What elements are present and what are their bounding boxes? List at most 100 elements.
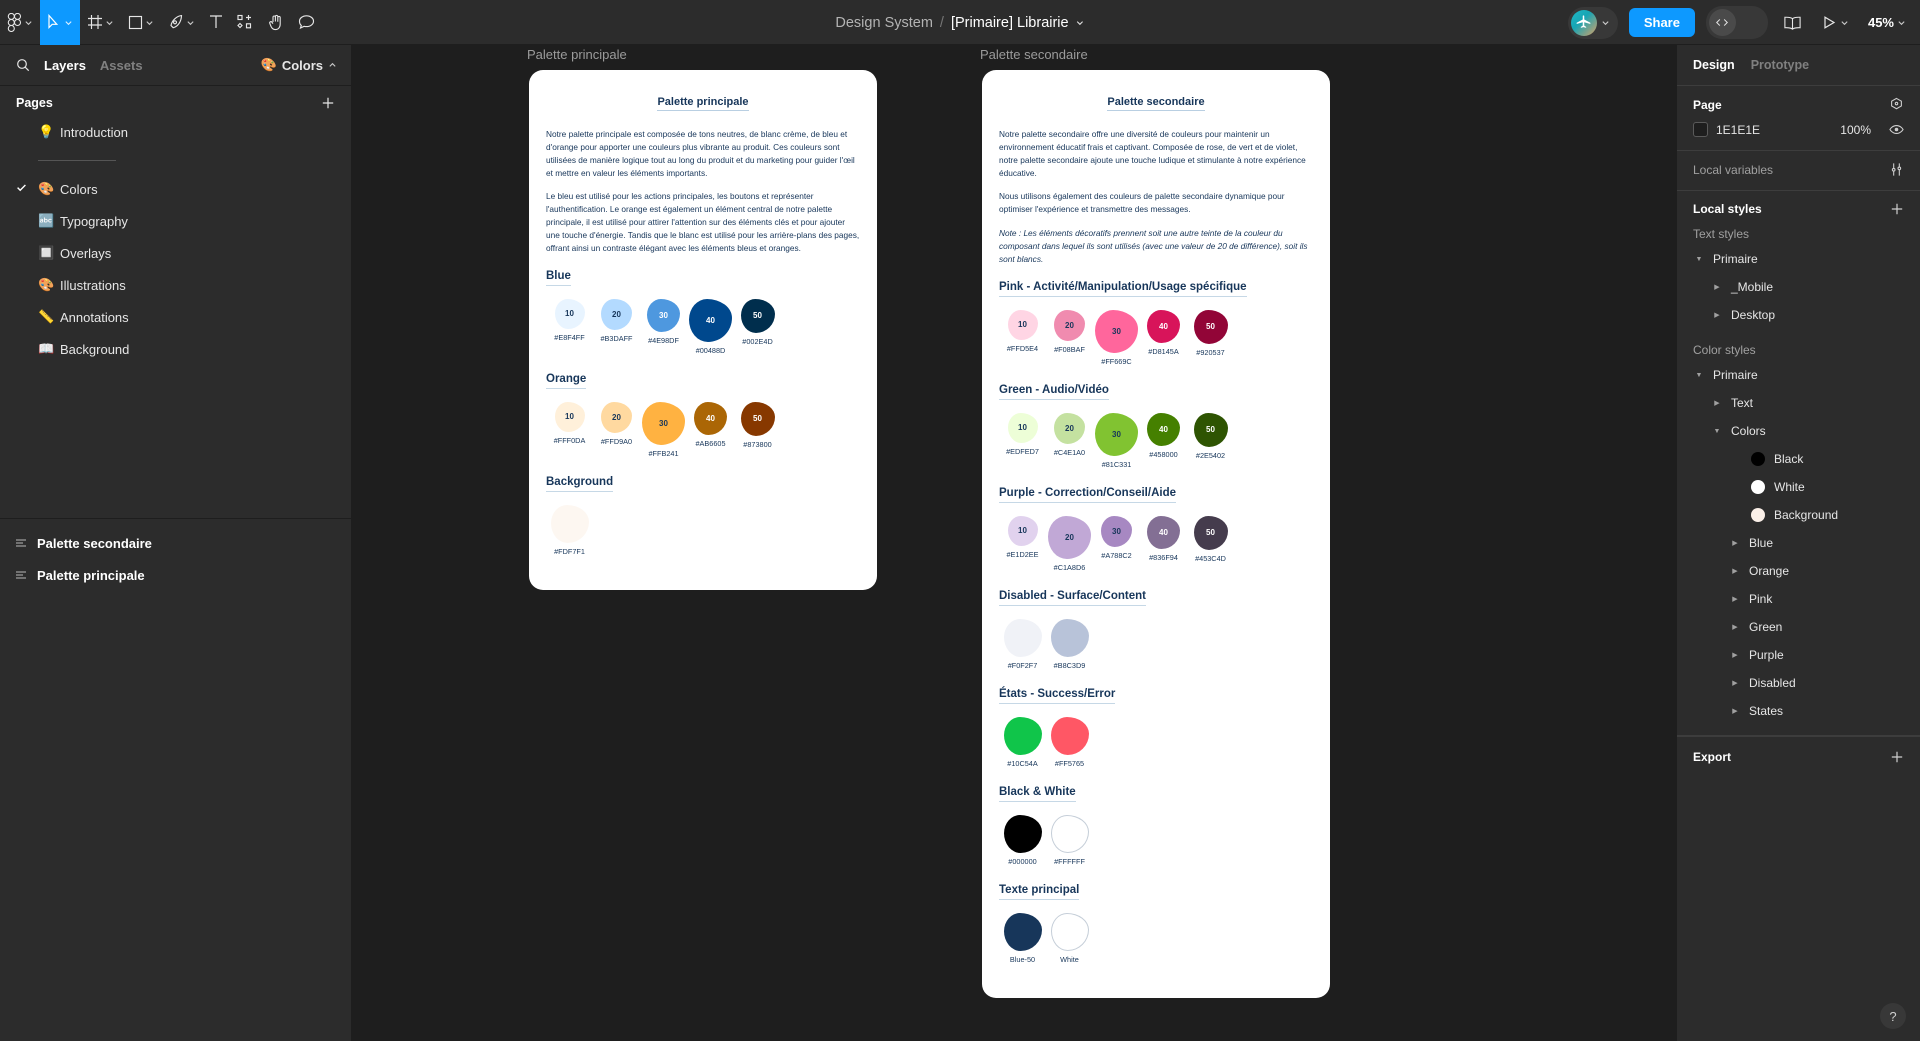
frame-palette-secondaire[interactable]: Palette secondaire Notre palette seconda… <box>982 70 1330 998</box>
color-swatch[interactable]: 20 <box>601 401 632 433</box>
color-swatch[interactable] <box>1050 618 1089 657</box>
components-tool-icon[interactable] <box>230 0 261 45</box>
page-item-illustrations[interactable]: 🎨 Illustrations <box>0 269 351 301</box>
color-swatch[interactable]: 30 <box>647 298 680 332</box>
design-canvas[interactable]: Palette principale Palette principale No… <box>352 45 1676 1041</box>
swatch-cell[interactable]: 30 #FF669C <box>1093 309 1140 366</box>
color-swatch[interactable] <box>1003 912 1042 951</box>
color-swatch[interactable]: 30 <box>1101 515 1132 547</box>
frame-label-secondaire[interactable]: Palette secondaire <box>980 47 1088 62</box>
swatch-cell[interactable]: 20 #FFD9A0 <box>593 401 640 446</box>
swatch-cell[interactable]: 30 #A788C2 <box>1093 515 1140 560</box>
page-item-annotations[interactable]: 📏 Annotations <box>0 301 351 333</box>
add-export-button[interactable] <box>1890 750 1904 764</box>
swatch-cell[interactable]: 10 #E1D2EE <box>999 515 1046 559</box>
swatch-cell[interactable]: 30 #4E98DF <box>640 298 687 345</box>
page-item-typography[interactable]: 🔤 Typography <box>0 205 351 237</box>
page-item-colors[interactable]: 🎨 Colors <box>0 173 351 205</box>
color-swatch[interactable]: 30 <box>642 401 685 445</box>
swatch-cell[interactable]: #B8C3D9 <box>1046 618 1093 670</box>
color-swatch[interactable]: 20 <box>601 298 632 330</box>
page-item-introduction[interactable]: 💡 Introduction <box>0 116 351 148</box>
chevron-right-icon[interactable]: ▶ <box>1729 539 1741 547</box>
chevron-right-icon[interactable]: ▶ <box>1711 283 1723 291</box>
color-swatch[interactable]: 50 <box>1193 309 1228 344</box>
tab-assets[interactable]: Assets <box>100 58 143 73</box>
zoom-control[interactable]: 45% <box>1864 11 1910 34</box>
hand-tool-icon[interactable] <box>261 0 291 45</box>
frame-palette-principale[interactable]: Palette principale Notre palette princip… <box>529 70 877 590</box>
frame-label-principale[interactable]: Palette principale <box>527 47 627 62</box>
page-color-swatch[interactable] <box>1693 122 1708 137</box>
chevron-right-icon[interactable]: ▶ <box>1729 679 1741 687</box>
swatch-cell[interactable]: #FDF7F1 <box>546 504 593 556</box>
swatch-cell[interactable]: #FFFFFF <box>1046 814 1093 866</box>
color-swatch[interactable]: 10 <box>1007 412 1038 443</box>
variables-sliders-icon[interactable] <box>1889 162 1904 177</box>
color-swatch[interactable]: 10 <box>554 298 585 329</box>
avatar-group[interactable] <box>1567 6 1618 39</box>
move-tool-icon[interactable] <box>40 0 80 45</box>
swatch-cell[interactable]: #FF5765 <box>1046 716 1093 768</box>
chevron-up-icon[interactable] <box>328 61 337 70</box>
color-swatch[interactable]: 40 <box>1147 412 1180 446</box>
style-tree-row[interactable]: ▶ Desktop <box>1677 301 1920 329</box>
color-swatch[interactable]: 10 <box>1007 515 1038 546</box>
swatch-cell[interactable]: 40 #AB6605 <box>687 401 734 448</box>
swatch-cell[interactable]: 40 #836F94 <box>1140 515 1187 562</box>
swatch-cell[interactable]: 40 #D8145A <box>1140 309 1187 356</box>
swatch-cell[interactable]: 40 #458000 <box>1140 412 1187 459</box>
style-tree-row[interactable]: ▼ Primaire <box>1677 245 1920 273</box>
swatch-cell[interactable]: 20 #C4E1A0 <box>1046 412 1093 457</box>
page-settings-icon[interactable] <box>1889 97 1904 112</box>
color-swatch[interactable]: 30 <box>1095 412 1138 456</box>
add-page-button[interactable] <box>321 96 335 110</box>
swatch-cell[interactable]: Blue-50 <box>999 912 1046 964</box>
share-button[interactable]: Share <box>1628 8 1695 37</box>
swatch-cell[interactable]: 20 #F08BAF <box>1046 309 1093 354</box>
color-swatch[interactable]: 40 <box>694 401 727 435</box>
style-tree-row[interactable]: Background <box>1677 501 1920 529</box>
color-swatch[interactable]: 20 <box>1054 412 1085 444</box>
swatch-cell[interactable]: 50 #2E5402 <box>1187 412 1234 460</box>
color-swatch[interactable]: 50 <box>1193 515 1228 550</box>
color-swatch[interactable]: 40 <box>689 298 732 342</box>
page-item-overlays[interactable]: 🔲 Overlays <box>0 237 351 269</box>
color-swatch[interactable] <box>1003 814 1042 853</box>
swatch-cell[interactable]: 10 #EDFED7 <box>999 412 1046 456</box>
color-swatch[interactable]: 40 <box>1147 309 1180 343</box>
color-swatch[interactable] <box>550 504 589 543</box>
comment-tool-icon[interactable] <box>291 0 322 45</box>
color-swatch[interactable]: 40 <box>1147 515 1180 549</box>
color-swatch[interactable]: 10 <box>554 401 585 432</box>
swatch-cell[interactable]: 50 #002E4D <box>734 298 781 346</box>
avatar-chevron-icon[interactable] <box>1601 18 1610 27</box>
color-swatch[interactable] <box>1050 912 1089 951</box>
swatch-cell[interactable]: 10 #E8F4FF <box>546 298 593 342</box>
figma-logo-icon[interactable] <box>0 0 40 45</box>
color-swatch[interactable] <box>1003 618 1042 657</box>
color-swatch[interactable]: 50 <box>740 298 775 333</box>
local-variables-section[interactable]: Local variables <box>1677 151 1920 191</box>
swatch-cell[interactable]: 40 #00488D <box>687 298 734 355</box>
chevron-right-icon[interactable]: ▶ <box>1711 311 1723 319</box>
swatch-cell[interactable]: #000000 <box>999 814 1046 866</box>
color-swatch[interactable]: 10 <box>1007 309 1038 340</box>
color-swatch[interactable]: 50 <box>740 401 775 436</box>
color-swatch[interactable] <box>1003 716 1042 755</box>
style-tree-row[interactable]: ▶ Green <box>1677 613 1920 641</box>
swatch-cell[interactable]: 20 #B3DAFF <box>593 298 640 343</box>
style-tree-row[interactable]: ▶ Blue <box>1677 529 1920 557</box>
chevron-right-icon[interactable]: ▶ <box>1729 707 1741 715</box>
style-tree-row[interactable]: White <box>1677 473 1920 501</box>
chevron-down-icon[interactable]: ▼ <box>1693 256 1705 263</box>
zoom-chevron-icon[interactable] <box>1897 18 1906 27</box>
tab-design[interactable]: Design <box>1693 58 1735 72</box>
color-swatch[interactable]: 20 <box>1054 309 1085 341</box>
text-tool-icon[interactable] <box>202 0 230 45</box>
swatch-cell[interactable]: #F0F2F7 <box>999 618 1046 670</box>
dev-mode-toggle[interactable] <box>1705 6 1768 39</box>
style-tree-row[interactable]: ▶ Purple <box>1677 641 1920 669</box>
tab-layers[interactable]: Layers <box>44 58 86 73</box>
shape-tool-icon[interactable] <box>121 0 161 45</box>
